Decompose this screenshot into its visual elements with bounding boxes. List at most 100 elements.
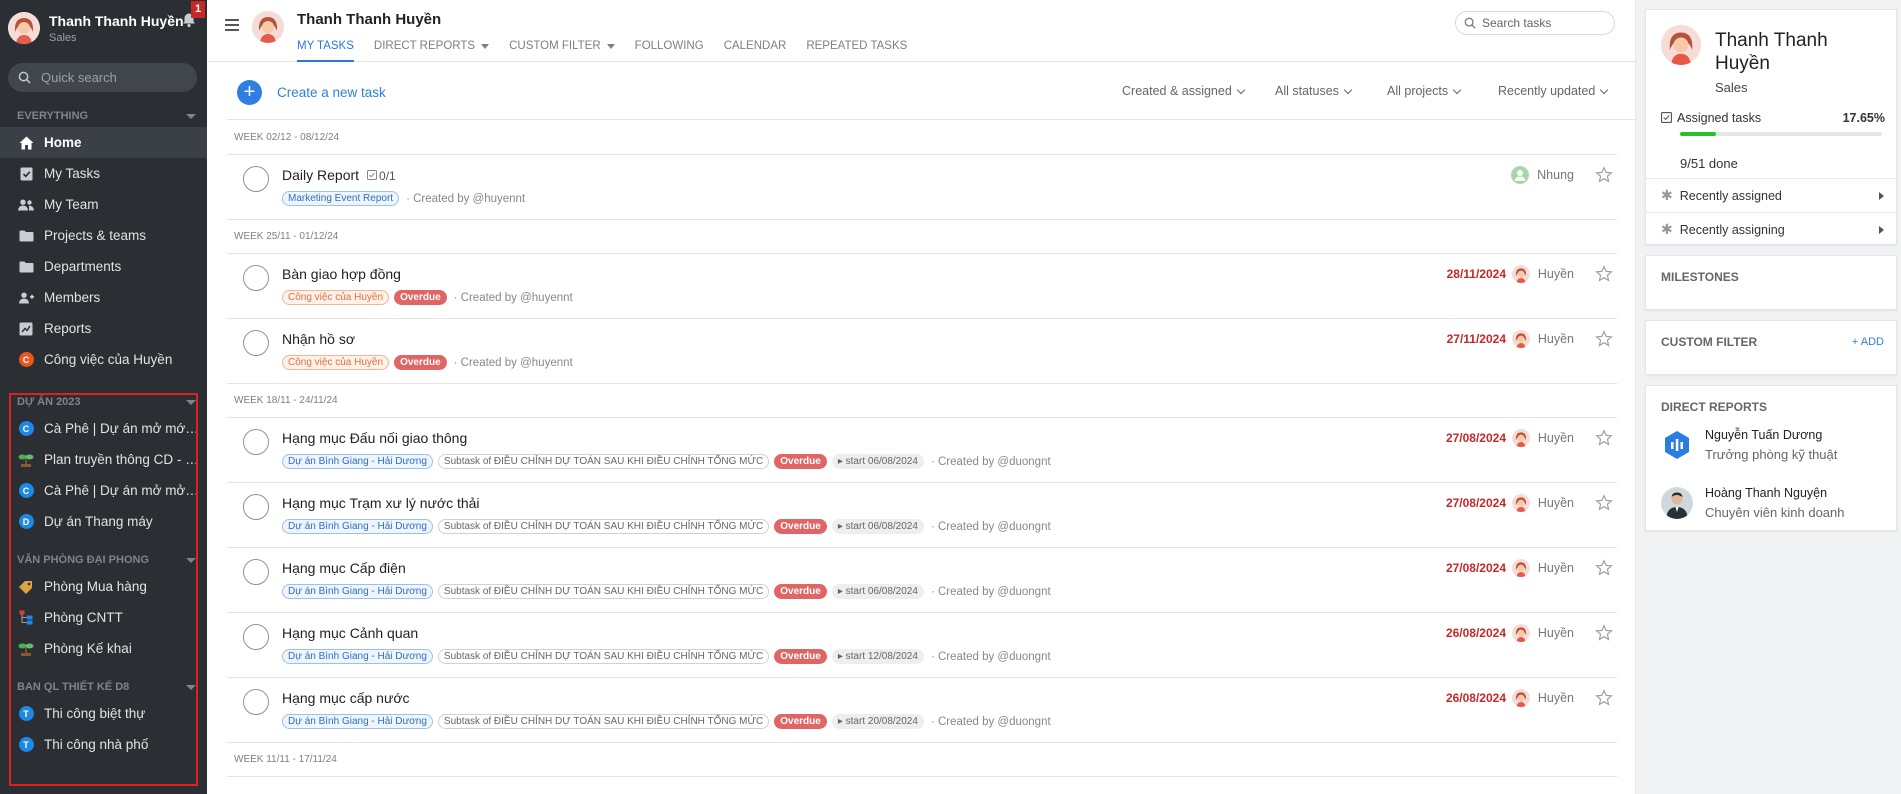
section-du-an-2023[interactable]: DỰ ÁN 2023 <box>0 391 207 413</box>
quick-search[interactable] <box>8 63 197 92</box>
sidebar-item-plan-truyen-thong[interactable]: Plan truyền thông CD - M... <box>0 444 207 475</box>
complete-checkbox[interactable] <box>243 330 269 356</box>
sidebar-item-ca-phe-du-an-mo-mo[interactable]: C Cà Phê | Dự án mở mở V... <box>0 475 207 506</box>
search-tasks-input[interactable] <box>1482 16 1602 30</box>
parent-task-tag[interactable]: Subtask of ĐIỀU CHỈNH DỰ TOÁN SAU KHI ĐI… <box>437 584 770 599</box>
task-row[interactable]: Nhận hồ sơ Công việc của Huyền Overdue ·… <box>227 319 1617 384</box>
sidebar-item-cong-viec-cua-huyen[interactable]: C Công việc của Huyền <box>0 344 207 375</box>
sidebar-item-thi-cong-nha-pho[interactable]: T Thi công nhà phố <box>0 729 207 760</box>
task-title[interactable]: Daily Report <box>282 167 359 183</box>
sidebar-item-phong-mua-hang[interactable]: Phòng Mua hàng <box>0 571 207 602</box>
task-title[interactable]: Hạng mục Trạm xư lý nước thải <box>282 495 480 511</box>
project-tag[interactable]: Marketing Event Report <box>282 191 400 206</box>
menu-icon[interactable] <box>225 19 239 31</box>
sidebar-item-ca-phe-du-an-mo-moi[interactable]: C Cà Phê | Dự án mở mới c... <box>0 413 207 444</box>
task-row[interactable]: Hạng mục Đấu nối giao thông Dự án Bình G… <box>227 418 1617 483</box>
project-tag[interactable]: Dự án Bình Giang - Hải Dương <box>282 714 433 729</box>
add-task-button[interactable]: + <box>237 80 262 105</box>
complete-checkbox[interactable] <box>243 166 269 192</box>
sidebar-item-thi-cong-biet-thu[interactable]: T Thi công biệt thự <box>0 698 207 729</box>
assignee[interactable]: Huyền <box>1511 559 1574 577</box>
due-date[interactable]: 27/11/2024 <box>1447 332 1506 346</box>
parent-task-tag[interactable]: Subtask of ĐIỀU CHỈNH DỰ TOÁN SAU KHI ĐI… <box>437 649 770 664</box>
sidebar-item-du-an-thang-may[interactable]: D Dự án Thang máy <box>0 506 207 537</box>
task-row[interactable]: Hạng mục Cấp điện Dự án Bình Giang - Hải… <box>227 548 1617 613</box>
search-tasks-box[interactable] <box>1455 11 1615 35</box>
task-row[interactable]: Hạng mục Cảnh quan Dự án Bình Giang - Hả… <box>227 613 1617 678</box>
filter-sort[interactable]: Recently updated <box>1498 84 1609 98</box>
parent-task-tag[interactable]: Subtask of ĐIỀU CHỈNH DỰ TOÁN SAU KHI ĐI… <box>437 519 770 534</box>
section-van-phong-dai-phong[interactable]: VĂN PHÒNG ĐẠI PHONG <box>0 549 207 571</box>
complete-checkbox[interactable] <box>243 429 269 455</box>
recently-assigning-row[interactable]: ✱ Recently assigning <box>1646 212 1896 246</box>
filter-created-assigned[interactable]: Created & assigned <box>1122 84 1246 98</box>
add-filter-button[interactable]: + ADD <box>1852 336 1884 348</box>
user-header[interactable]: Thanh Thanh Huyền Sales 1 <box>0 0 207 56</box>
star-icon[interactable] <box>1595 265 1613 283</box>
star-icon[interactable] <box>1595 166 1613 184</box>
task-title[interactable]: Nhận hồ sơ <box>282 331 355 347</box>
assignee[interactable]: Huyền <box>1511 265 1574 283</box>
due-date[interactable]: 27/08/2024 <box>1446 561 1506 575</box>
due-date[interactable]: 27/08/2024 <box>1446 496 1506 510</box>
filter-statuses[interactable]: All statuses <box>1275 84 1353 98</box>
project-tag[interactable]: Dự án Bình Giang - Hải Dương <box>282 584 433 599</box>
star-icon[interactable] <box>1595 624 1613 642</box>
notification-badge[interactable]: 1 <box>191 1 205 18</box>
tab-repeated-tasks[interactable]: REPEATED TASKS <box>806 40 907 62</box>
complete-checkbox[interactable] <box>243 689 269 715</box>
task-row[interactable]: Hạng mục Trạm xư lý nước thải Dự án Bình… <box>227 483 1617 548</box>
sidebar-item-phong-ke-khai[interactable]: Phòng Kế khai <box>0 633 207 664</box>
star-icon[interactable] <box>1595 330 1613 348</box>
parent-task-tag[interactable]: Subtask of ĐIỀU CHỈNH DỰ TOÁN SAU KHI ĐI… <box>437 454 770 469</box>
task-title[interactable]: Hạng mục Cấp điện <box>282 560 406 576</box>
project-tag[interactable]: Công việc của Huyền <box>282 290 390 305</box>
task-title[interactable]: Hạng mục cấp nước <box>282 690 410 706</box>
project-tag[interactable]: Dự án Bình Giang - Hải Dương <box>282 649 433 664</box>
assignee[interactable]: Huyền <box>1511 689 1574 707</box>
complete-checkbox[interactable] <box>243 559 269 585</box>
tab-my-tasks[interactable]: MY TASKS <box>297 40 354 62</box>
tab-custom-filter[interactable]: CUSTOM FILTER <box>509 40 615 62</box>
complete-checkbox[interactable] <box>243 494 269 520</box>
sidebar-item-reports[interactable]: Reports <box>0 313 207 344</box>
caret-down-icon[interactable] <box>186 557 196 563</box>
recently-assigned-row[interactable]: ✱ Recently assigned <box>1646 178 1896 212</box>
create-task-link[interactable]: Create a new task <box>277 85 386 100</box>
sidebar-item-departments[interactable]: Departments <box>0 251 207 282</box>
tab-calendar[interactable]: CALENDAR <box>724 40 787 62</box>
star-icon[interactable] <box>1595 429 1613 447</box>
direct-report-item[interactable]: Hoàng Thanh Nguyện Chuyên viên kinh doan… <box>1661 486 1845 520</box>
due-date[interactable]: 27/08/2024 <box>1446 431 1506 445</box>
due-date[interactable]: 28/11/2024 <box>1447 267 1506 281</box>
assignee[interactable]: Huyền <box>1511 429 1574 447</box>
complete-checkbox[interactable] <box>243 624 269 650</box>
star-icon[interactable] <box>1595 689 1613 707</box>
parent-task-tag[interactable]: Subtask of ĐIỀU CHỈNH DỰ TOÁN SAU KHI ĐI… <box>437 714 770 729</box>
due-date[interactable]: 26/08/2024 <box>1446 626 1506 640</box>
sidebar-item-my-tasks[interactable]: My Tasks <box>0 158 207 189</box>
project-tag[interactable]: Công việc của Huyền <box>282 355 390 370</box>
task-title[interactable]: Hạng mục Cảnh quan <box>282 625 418 641</box>
direct-report-item[interactable]: Nguyễn Tuấn Dương Trưởng phòng kỹ thuật <box>1661 428 1837 462</box>
task-title[interactable]: Bàn giao hợp đồng <box>282 266 401 282</box>
caret-down-icon[interactable] <box>186 684 196 690</box>
task-row[interactable]: Daily Report 0/1 Marketing Event Report ·… <box>227 155 1617 220</box>
assignee[interactable]: Huyền <box>1511 624 1574 642</box>
star-icon[interactable] <box>1595 559 1613 577</box>
sidebar-item-members[interactable]: Members <box>0 282 207 313</box>
sidebar-item-my-team[interactable]: My Team <box>0 189 207 220</box>
project-tag[interactable]: Dự án Bình Giang - Hải Dương <box>282 454 433 469</box>
task-title[interactable]: Hạng mục Đấu nối giao thông <box>282 430 467 446</box>
complete-checkbox[interactable] <box>243 265 269 291</box>
tab-direct-reports[interactable]: DIRECT REPORTS <box>374 40 490 62</box>
assignee[interactable]: Huyền <box>1511 330 1574 348</box>
sidebar-item-projects-teams[interactable]: Projects & teams <box>0 220 207 251</box>
caret-down-icon[interactable] <box>186 399 196 405</box>
task-row[interactable]: Hạng mục cấp nước Dự án Bình Giang - Hải… <box>227 678 1617 743</box>
task-row[interactable]: Bàn giao hợp đồng Công việc của Huyền Ov… <box>227 254 1617 319</box>
caret-down-icon[interactable] <box>186 113 196 119</box>
sidebar-item-phong-cntt[interactable]: Phòng CNTT <box>0 602 207 633</box>
user-avatar[interactable] <box>8 12 40 44</box>
project-tag[interactable]: Dự án Bình Giang - Hải Dương <box>282 519 433 534</box>
